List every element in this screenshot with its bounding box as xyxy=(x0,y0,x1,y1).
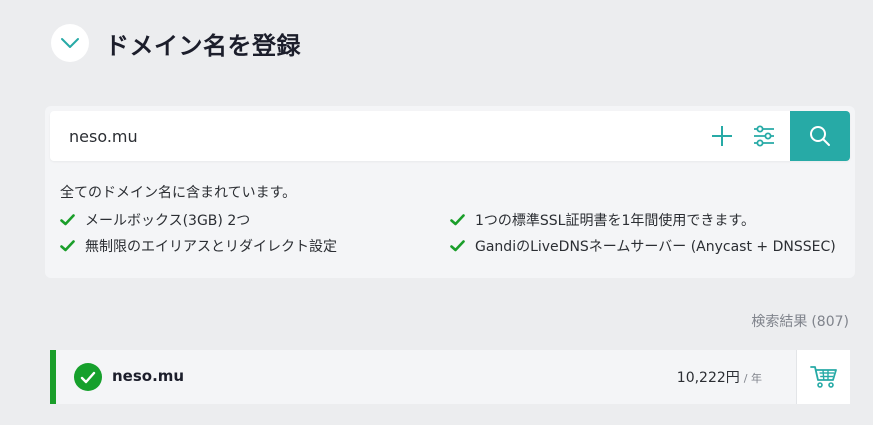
domain-search-input[interactable] xyxy=(50,111,690,161)
price-value: 10,222円 xyxy=(676,370,740,386)
results-label: 検索結果 xyxy=(751,314,808,330)
filter-button[interactable] xyxy=(751,123,777,149)
checkmark-icon xyxy=(450,239,466,253)
add-to-cart-button[interactable] xyxy=(796,350,850,404)
page-title: ドメイン名を登録 xyxy=(105,31,301,60)
feature-item: 1つの標準SSL証明書を1年間使用できます。 xyxy=(450,210,755,230)
add-domain-button[interactable] xyxy=(709,123,735,149)
sliders-icon xyxy=(754,125,774,147)
result-price: 10,222円 / 年 xyxy=(677,367,762,387)
chevron-down-icon xyxy=(61,38,79,48)
collapse-toggle-button[interactable] xyxy=(51,24,89,62)
search-bar xyxy=(50,111,850,161)
feature-item: メールボックス(3GB) 2つ xyxy=(60,210,250,230)
header: ドメイン名を登録 xyxy=(51,24,301,62)
search-icon xyxy=(810,126,830,146)
checkmark-icon xyxy=(450,213,466,227)
search-panel: 全てのドメイン名に含まれています。 メールボックス(3GB) 2つ 無制限のエイ… xyxy=(45,106,855,278)
results-count: 検索結果 (807) xyxy=(751,311,849,331)
search-button[interactable] xyxy=(790,111,850,161)
checkmark-icon xyxy=(60,213,76,227)
price-unit: / 年 xyxy=(743,372,762,385)
feature-item: 無制限のエイリアスとリダイレクト設定 xyxy=(60,236,337,256)
includes-title: 全てのドメイン名に含まれています。 xyxy=(60,185,297,201)
plus-icon xyxy=(712,126,732,146)
feature-label: 無制限のエイリアスとリダイレクト設定 xyxy=(85,239,337,255)
feature-label: メールボックス(3GB) 2つ xyxy=(85,213,251,229)
feature-label: 1つの標準SSL証明書を1年間使用できます。 xyxy=(475,213,755,229)
result-domain-name: neso.mu xyxy=(112,367,185,385)
cart-icon xyxy=(809,366,837,388)
results-number: (807) xyxy=(811,314,849,330)
available-check-icon xyxy=(74,363,102,391)
feature-label: GandiのLiveDNSネームサーバー (Anycast + DNSSEC) xyxy=(475,239,836,255)
result-row: neso.mu 10,222円 / 年 xyxy=(50,350,850,404)
feature-item: GandiのLiveDNSネームサーバー (Anycast + DNSSEC) xyxy=(450,236,836,256)
checkmark-icon xyxy=(60,239,76,253)
